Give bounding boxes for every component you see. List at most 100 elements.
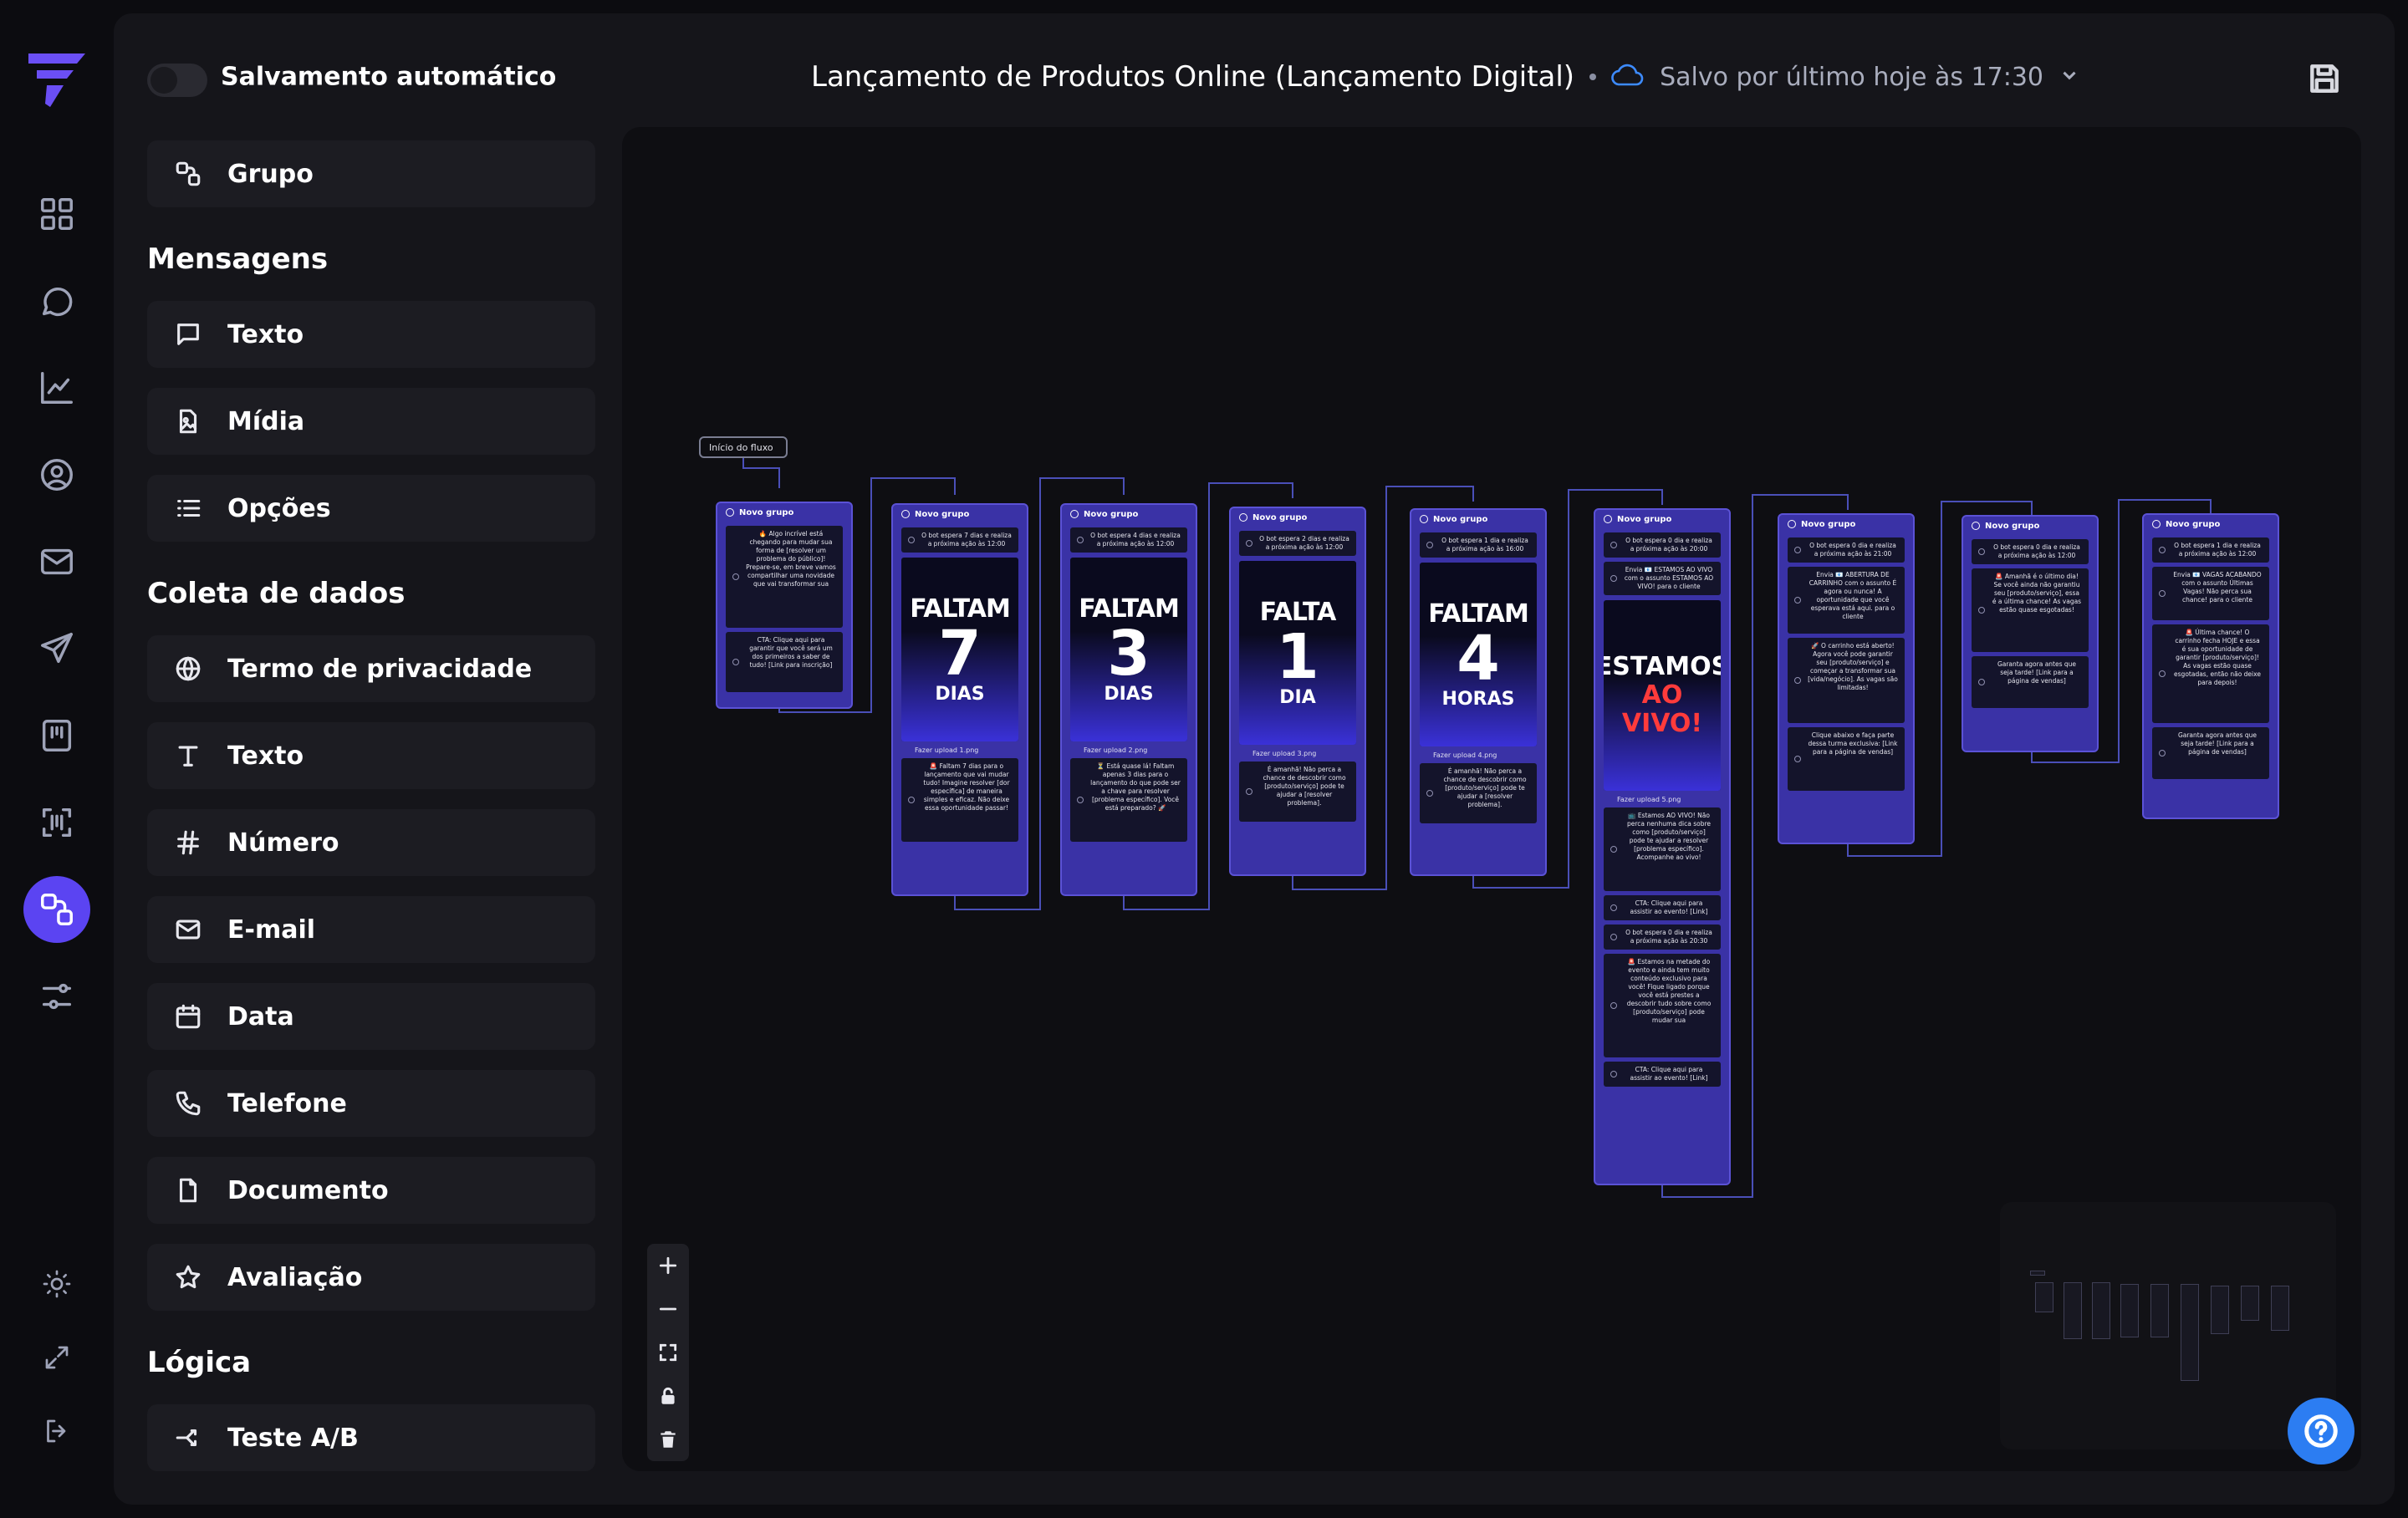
send-icon[interactable]	[23, 615, 90, 682]
block-input-phone[interactable]: Telefone	[147, 1070, 595, 1137]
block-input-text[interactable]: Texto	[147, 722, 595, 789]
text-block[interactable]: Garanta agora antes que seja tarde! [Lin…	[1972, 656, 2089, 708]
zoom-out-icon[interactable]	[647, 1287, 689, 1331]
upload-label: Fazer upload	[1617, 796, 1660, 803]
upload-row[interactable]: Fazer upload 2.png	[1070, 741, 1187, 754]
save-icon[interactable]	[2306, 60, 2343, 97]
settings-sliders-icon[interactable]	[23, 963, 90, 1030]
flow-group-node[interactable]: Novo grupo O bot espera 4 dias e realiza…	[1060, 503, 1197, 896]
minimap-node	[2241, 1286, 2259, 1321]
upload-row[interactable]: Fazer upload 1.png	[901, 741, 1018, 754]
mail-icon[interactable]	[23, 528, 90, 595]
text-block[interactable]: 🚀 O carrinho está aberto! Agora você pod…	[1788, 638, 1905, 723]
media-poster[interactable]: FALTA 1 DIA	[1239, 561, 1356, 745]
block-input-document-label: Documento	[227, 1175, 389, 1205]
media-poster[interactable]: FALTAM 3 DIAS	[1070, 558, 1187, 741]
brand-logo[interactable]	[25, 48, 89, 110]
scan-icon[interactable]	[23, 789, 90, 856]
block-privacy-term[interactable]: Termo de privacidade	[147, 635, 595, 702]
wait-block[interactable]: O bot espera 0 dia e realiza a próxima a…	[1788, 537, 1905, 563]
wait-block[interactable]: O bot espera 1 dia e realiza a próxima a…	[2152, 537, 2269, 563]
wait-block[interactable]: O bot espera 2 dias e realiza a próxima …	[1239, 531, 1356, 556]
contacts-icon[interactable]	[23, 441, 90, 508]
wait-block[interactable]: O bot espera 7 dias e realiza a próxima …	[901, 527, 1018, 553]
flow-group-node[interactable]: Novo grupo O bot espera 2 dias e realiza…	[1229, 507, 1366, 876]
email-send-block[interactable]: Envia 📧 ESTAMOS AO VIVO com o assunto ES…	[1604, 562, 1721, 595]
media-poster[interactable]: FALTAM 7 DIAS	[901, 558, 1018, 741]
text-block[interactable]: É amanhã! Não perca a chance de descobri…	[1239, 762, 1356, 822]
email-send-block[interactable]: Envia 📧 VAGAS ACABANDO com o assunto Últ…	[2152, 567, 2269, 620]
flow-group-node[interactable]: Novo grupo O bot espera 1 dia e realiza …	[2142, 513, 2279, 819]
wait-block[interactable]: O bot espera 1 dia e realiza a próxima a…	[1420, 532, 1537, 558]
minimap[interactable]	[2000, 1202, 2336, 1449]
text-block[interactable]: 🚨 Amanhã é o último dia! Se você ainda n…	[1972, 568, 2089, 652]
minimap-node	[2150, 1284, 2169, 1337]
zoom-in-icon[interactable]	[647, 1244, 689, 1287]
text-block[interactable]: 🚨 Faltam 7 dias para o lançamento que va…	[901, 758, 1018, 842]
block-input-date[interactable]: Data	[147, 983, 595, 1050]
block-input-email[interactable]: E-mail	[147, 896, 595, 963]
upload-row[interactable]: Fazer upload 5.png	[1604, 791, 1721, 803]
block-ab-test[interactable]: Teste A/B	[147, 1404, 595, 1471]
theme-sun-icon[interactable]	[23, 1251, 90, 1317]
text-block[interactable]: 📺 Estamos AO VIVO! Não perca nenhuma dic…	[1604, 807, 1721, 891]
flow-group-node[interactable]: Novo grupo O bot espera 0 dia e realiza …	[1962, 515, 2099, 752]
help-button[interactable]	[2288, 1398, 2354, 1465]
flow-canvas[interactable]: Início do fluxo Novo grupo 🔥 Algo incrív…	[622, 127, 2361, 1471]
autosave-toggle[interactable]	[147, 64, 207, 97]
wait-block[interactable]: O bot espera 4 dias e realiza a próxima …	[1070, 527, 1187, 553]
text-block[interactable]: 🚨 Última chance! O carrinho fecha HOJE e…	[2152, 624, 2269, 723]
upload-row[interactable]: Fazer upload 4.png	[1420, 746, 1537, 759]
text-block[interactable]: CTA: Clique aqui para assistir ao evento…	[1604, 895, 1721, 920]
expand-icon[interactable]	[23, 1324, 90, 1391]
flow-title[interactable]: Lançamento de Produtos Online (Lançament…	[811, 60, 1574, 94]
board-icon[interactable]	[23, 702, 90, 769]
minimap-node	[2211, 1286, 2229, 1334]
analytics-icon[interactable]	[23, 354, 90, 421]
minimap-node	[2120, 1284, 2139, 1337]
wait-block[interactable]: O bot espera 0 dia e realiza a próxima a…	[1604, 925, 1721, 950]
dashboard-icon[interactable]	[23, 181, 90, 247]
email-send-block[interactable]: Envia 📧 ABERTURA DE CARRINHO com o assun…	[1788, 567, 1905, 634]
text-block[interactable]: CTA: Clique aqui para garantir que você …	[726, 632, 843, 692]
chevron-down-icon[interactable]	[2059, 64, 2080, 89]
text-block[interactable]: 🚨 Estamos na metade do evento e ainda te…	[1604, 954, 1721, 1057]
flow-group-node[interactable]: Novo grupo 🔥 Algo incrível está chegando…	[716, 502, 853, 709]
media-poster[interactable]: FALTAM 4 HORAS	[1420, 563, 1537, 746]
hash-icon	[177, 830, 199, 855]
block-input-number[interactable]: Número	[147, 809, 595, 876]
flow-group-node[interactable]: Novo grupo O bot espera 0 dia e realiza …	[1778, 513, 1915, 844]
flow-group-node[interactable]: Novo grupo O bot espera 1 dia e realiza …	[1410, 508, 1547, 876]
block-group[interactable]: Grupo	[147, 140, 595, 207]
block-message-text[interactable]: Texto	[147, 301, 595, 368]
block-message-media[interactable]: Mídia	[147, 388, 595, 455]
flow-builder-icon[interactable]	[23, 876, 90, 943]
block-input-document[interactable]: Documento	[147, 1157, 595, 1224]
text-block[interactable]: 🔥 Algo incrível está chegando para mudar…	[726, 526, 843, 628]
text-block[interactable]: ⏳ Está quase lá! Faltam apenas 3 dias pa…	[1070, 758, 1187, 842]
chat-icon[interactable]	[23, 267, 90, 334]
flow-start-node[interactable]: Início do fluxo	[699, 436, 788, 458]
fit-view-icon[interactable]	[647, 1331, 689, 1374]
help-icon	[2304, 1414, 2338, 1448]
wait-block[interactable]: O bot espera 0 dia e realiza a próxima a…	[1604, 532, 1721, 558]
media-poster[interactable]: ESTAMOS AO VIVO!	[1604, 600, 1721, 791]
flow-group-node[interactable]: Novo grupo O bot espera 0 dia e realiza …	[1594, 508, 1731, 1185]
flow-start-label: Início do fluxo	[709, 441, 773, 453]
poster-unit: DIAS	[1104, 684, 1154, 705]
minimap-node	[2035, 1282, 2053, 1312]
upload-row[interactable]: Fazer upload 3.png	[1239, 745, 1356, 757]
poster-line-3: VIVO!	[1621, 709, 1703, 738]
block-input-rating[interactable]: Avaliação	[147, 1244, 595, 1311]
logout-icon[interactable]	[23, 1398, 90, 1465]
wait-block[interactable]: O bot espera 0 dia e realiza a próxima a…	[1972, 539, 2089, 564]
lock-icon[interactable]	[647, 1374, 689, 1418]
block-message-options[interactable]: Opções	[147, 475, 595, 542]
flow-group-node[interactable]: Novo grupo O bot espera 7 dias e realiza…	[891, 503, 1028, 896]
autosave-label: Salvamento automático	[221, 62, 557, 92]
text-block[interactable]: Garanta agora antes que seja tarde! [Lin…	[2152, 727, 2269, 779]
text-block[interactable]: CTA: Clique aqui para assistir ao evento…	[1604, 1062, 1721, 1087]
text-block[interactable]: Clique abaixo e faça parte dessa turma e…	[1788, 727, 1905, 791]
trash-icon[interactable]	[647, 1418, 689, 1461]
text-block[interactable]: É amanhã! Não perca a chance de descobri…	[1420, 763, 1537, 823]
